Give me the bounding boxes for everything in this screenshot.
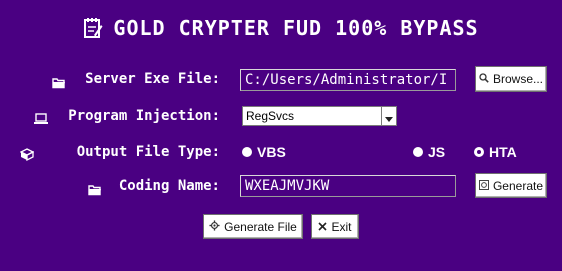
program-injection-label: Program Injection: xyxy=(68,108,220,124)
radio-vbs[interactable]: VBS xyxy=(242,144,286,160)
chevron-down-icon xyxy=(385,107,393,126)
cube-icon xyxy=(19,146,35,162)
app-title-bar: GOLD CRYPTER FUD 100% BYPASS xyxy=(0,16,562,40)
radio-vbs-label: VBS xyxy=(257,144,286,160)
generate-file-button-label: Generate File xyxy=(224,219,297,234)
coding-name-label: Coding Name: xyxy=(118,178,220,194)
notepad-icon xyxy=(83,17,103,39)
radio-js[interactable]: JS xyxy=(413,144,445,160)
laptop-icon xyxy=(34,110,48,124)
program-injection-select[interactable]: RegSvcs xyxy=(242,106,382,126)
exit-button-label: Exit xyxy=(331,219,352,234)
exit-button[interactable]: Exit xyxy=(311,214,359,239)
generate-file-button[interactable]: Generate File xyxy=(203,214,303,239)
browse-button-label: Browse... xyxy=(492,72,543,86)
output-type-label: Output File Type: xyxy=(76,144,220,160)
coding-name-input[interactable]: WXEAJMVJKW xyxy=(240,175,456,197)
radio-vbs-dot[interactable] xyxy=(242,147,252,157)
folder-icon xyxy=(52,74,66,89)
dropdown-arrow-button[interactable] xyxy=(381,106,397,126)
refresh-icon xyxy=(478,179,489,193)
radio-js-label: JS xyxy=(428,144,446,160)
folder-icon xyxy=(88,181,102,196)
generate-name-button[interactable]: Generate xyxy=(475,173,547,198)
gear-icon xyxy=(209,219,220,234)
search-icon xyxy=(479,72,489,86)
radio-js-dot[interactable] xyxy=(413,147,423,157)
radio-hta-label: HTA xyxy=(489,144,517,160)
radio-hta[interactable]: HTA xyxy=(474,144,517,160)
generate-name-button-label: Generate xyxy=(492,178,544,193)
server-exe-label: Server Exe File: xyxy=(85,71,220,87)
app-title: GOLD CRYPTER FUD 100% BYPASS xyxy=(113,16,479,40)
browse-button[interactable]: Browse... xyxy=(475,66,547,92)
radio-hta-dot[interactable] xyxy=(474,147,484,157)
close-icon xyxy=(318,220,328,234)
server-exe-input[interactable]: C:/Users/Administrator/I xyxy=(240,69,456,91)
